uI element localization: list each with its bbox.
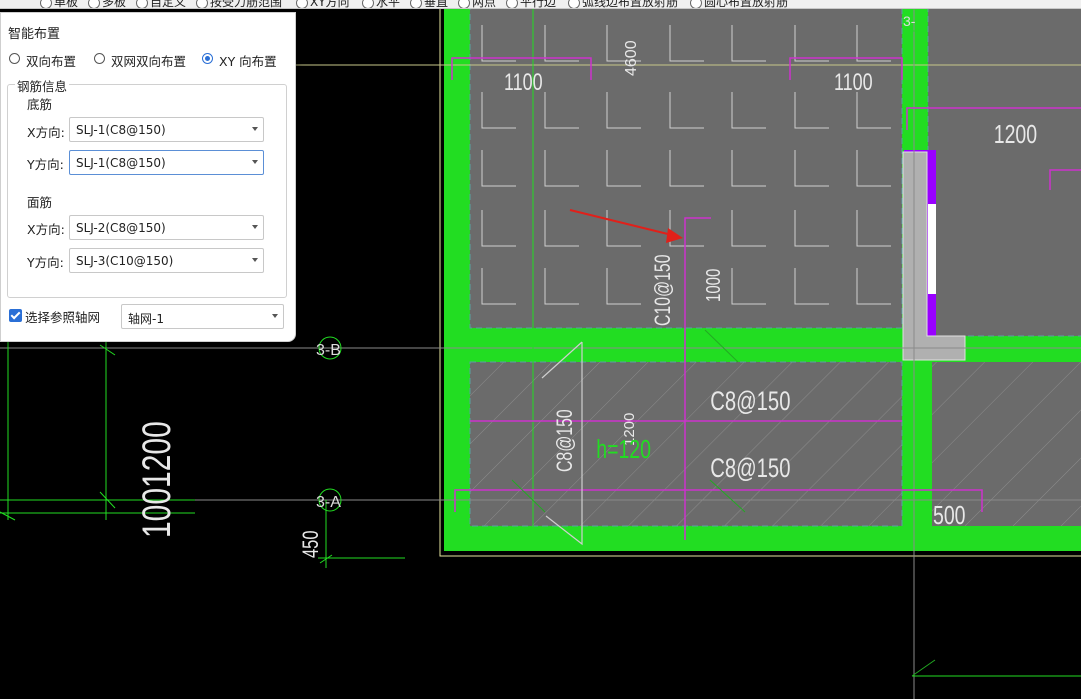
dim-h120: h=120 bbox=[596, 434, 651, 463]
toolbar-item-label: 自定义 bbox=[150, 0, 187, 9]
slab-upper bbox=[469, 0, 903, 329]
axis-label-3: 3- bbox=[903, 13, 916, 29]
toolbar-item[interactable]: 弧线边布置放射筋 bbox=[568, 0, 679, 9]
chevron-down-icon bbox=[252, 225, 258, 229]
radio-label: XY 向布置 bbox=[219, 54, 277, 69]
chevron-down-icon bbox=[252, 160, 258, 164]
toolbar-strip: 单板 多板 自定义 按受力筋范围 XY方向 水平 垂直 两点 平行边 弧线边布置… bbox=[0, 0, 1081, 9]
select-value: SLJ-3(C10@150) bbox=[76, 254, 174, 268]
y-dir-label: Y方向: bbox=[27, 157, 64, 172]
dim-1200-top: 1200 bbox=[994, 119, 1037, 148]
rebar-label-c8-b: C8@150 bbox=[710, 453, 790, 484]
select-value: SLJ-1(C8@150) bbox=[76, 123, 166, 137]
toolbar-item-label: 按受力筋范围 bbox=[210, 0, 283, 9]
chevron-down-icon bbox=[272, 314, 278, 318]
toolbar-item[interactable]: 多板 bbox=[88, 0, 127, 9]
dim-1100-left: 1100 bbox=[504, 70, 543, 96]
rebar-label-c8-v: C8@150 bbox=[554, 409, 578, 472]
toolbar-item[interactable]: 水平 bbox=[362, 0, 401, 9]
dim-500: 500 bbox=[933, 500, 966, 529]
rebar-group-label: 钢筋信息 bbox=[15, 76, 70, 95]
axis-grid-select[interactable]: 轴网-1 bbox=[121, 304, 284, 329]
dim-4600: 4600 bbox=[623, 40, 640, 76]
slab-upper-right bbox=[927, 0, 1081, 337]
axis-label-3b: 3-B bbox=[316, 342, 341, 359]
smart-layout-panel: 智能布置 双向布置 双网双向布置 XY 向布置 钢筋信息 底筋 X方向: SLJ… bbox=[0, 12, 296, 342]
radio-label: 双网双向布置 bbox=[111, 54, 187, 69]
dim-450: 450 bbox=[299, 530, 324, 558]
bottom-x-select[interactable]: SLJ-1(C8@150) bbox=[69, 117, 264, 142]
toolbar-item[interactable]: 垂直 bbox=[410, 0, 449, 9]
toolbar-item-label: 弧线边布置放射筋 bbox=[582, 0, 679, 9]
toolbar-item[interactable]: 圆心布置放射筋 bbox=[690, 0, 789, 9]
bottom-rebar-label: 底筋 bbox=[27, 97, 53, 112]
toolbar-item[interactable]: XY方向 bbox=[296, 0, 350, 9]
radio-circle-selected[interactable] bbox=[202, 53, 213, 64]
wall-white bbox=[928, 204, 936, 294]
toolbar-item-label: 圆心布置放射筋 bbox=[704, 0, 789, 9]
axis-bubble-3b: 3-B bbox=[316, 336, 342, 360]
toolbar-item[interactable]: 按受力筋范围 bbox=[196, 0, 283, 9]
top-x-select[interactable]: SLJ-2(C8@150) bbox=[69, 215, 264, 240]
toolbar-item-label: 两点 bbox=[472, 0, 497, 9]
radio-label: 双向布置 bbox=[26, 54, 77, 69]
select-value: SLJ-2(C8@150) bbox=[76, 221, 166, 235]
slab-lower bbox=[469, 361, 903, 527]
checkbox-checked-icon[interactable] bbox=[9, 309, 22, 322]
x-dir-label: X方向: bbox=[27, 222, 65, 237]
toolbar-item-label: 多板 bbox=[102, 0, 127, 9]
select-value: SLJ-1(C8@150) bbox=[76, 156, 166, 170]
axis-check-label: 选择参照轴网 bbox=[25, 310, 101, 325]
panel-title: 智能布置 bbox=[8, 27, 61, 42]
toolbar-item-label: XY方向 bbox=[310, 0, 350, 9]
toolbar-item[interactable]: 两点 bbox=[458, 0, 497, 9]
dim-1001200: 1001200 bbox=[135, 421, 179, 538]
bottom-y-select[interactable]: SLJ-1(C8@150) bbox=[69, 150, 264, 175]
radio-circle[interactable] bbox=[94, 53, 105, 64]
axis-bubble-3a: 3-A bbox=[316, 488, 342, 512]
toolbar-item[interactable]: 单板 bbox=[40, 0, 79, 9]
chevron-down-icon bbox=[252, 127, 258, 131]
radio-circle[interactable] bbox=[9, 53, 20, 64]
toolbar-item-label: 垂直 bbox=[424, 0, 449, 9]
dim-1000: 1000 bbox=[702, 269, 725, 302]
toolbar-item[interactable]: 平行边 bbox=[506, 0, 557, 9]
y-dir-label: Y方向: bbox=[27, 255, 64, 270]
toolbar-item[interactable]: 自定义 bbox=[136, 0, 187, 9]
rebar-label-c10: C10@150 bbox=[652, 254, 676, 326]
toolbar-item-label: 单板 bbox=[54, 0, 79, 9]
toolbar-item-label: 水平 bbox=[376, 0, 401, 9]
dim-1100-right: 1100 bbox=[834, 70, 873, 96]
top-y-select[interactable]: SLJ-3(C10@150) bbox=[69, 248, 264, 273]
axis-label-3a: 3-A bbox=[316, 494, 341, 511]
chevron-down-icon bbox=[252, 258, 258, 262]
x-dir-label: X方向: bbox=[27, 125, 65, 140]
top-rebar-label: 面筋 bbox=[27, 195, 53, 210]
rebar-label-c8-a: C8@150 bbox=[710, 386, 790, 417]
select-value: 轴网-1 bbox=[128, 312, 164, 326]
toolbar-item-label: 平行边 bbox=[520, 0, 557, 9]
